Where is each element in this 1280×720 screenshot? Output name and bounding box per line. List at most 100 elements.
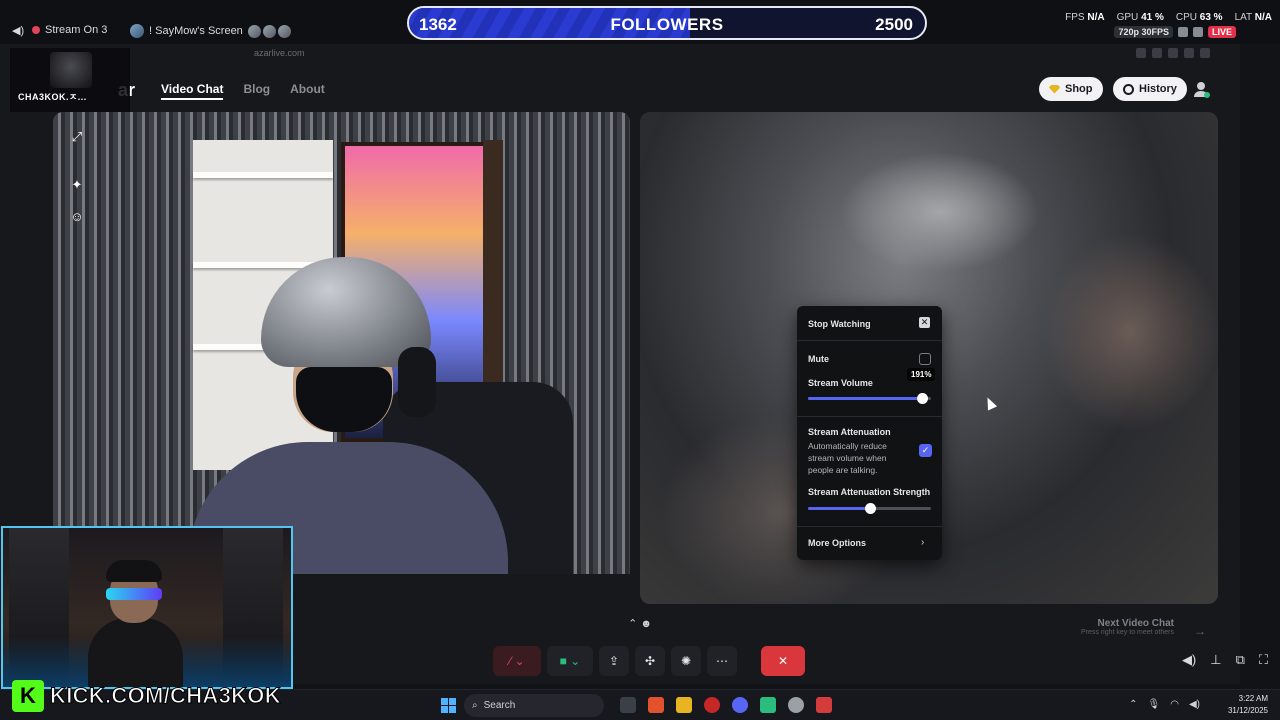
slider-handle[interactable] [864,503,876,514]
pin-icon[interactable]: ⊥ [1210,652,1221,668]
expand-icon[interactable]: ⤢ [68,128,86,146]
mic-muted-button[interactable]: ⁄ ⌄ [493,646,541,676]
slider-fill [808,507,870,510]
stream-volume-label: Stream Volume [808,378,873,388]
end-call-button[interactable]: ✕ [761,646,805,676]
streamer-avatar [50,52,92,88]
history-label: History [1139,83,1177,95]
volume-icon[interactable]: ◀) [1182,652,1196,668]
volume-tooltip: 191% [907,368,936,381]
slider-handle[interactable] [917,393,929,404]
screen-share-button[interactable]: ⇪ [599,646,629,676]
clock-icon [1123,83,1134,95]
heart-icon[interactable] [1177,27,1188,37]
clock[interactable]: 3:22 AM 31/12/2025 [1228,693,1268,717]
history-button[interactable]: History [1113,77,1187,101]
divider [797,526,942,527]
extension-icon[interactable] [1200,48,1210,58]
face-filter-icon[interactable]: ☺ [68,208,86,226]
attenuation-strength-label: Stream Attenuation Strength [808,487,931,497]
site-nav: Video Chat Blog About [161,82,325,100]
shop-button[interactable]: Shop [1039,77,1103,101]
gear-icon[interactable] [1192,27,1203,37]
attenuation-description: Automatically reduce stream volume when … [808,441,887,475]
gem-icon [1049,84,1060,94]
taskbar-search[interactable]: ⌕ Search [464,694,604,717]
chevron-up-icon[interactable]: ⌃ [1129,699,1137,710]
extension-icon[interactable] [1168,48,1178,58]
attenuation-checkbox[interactable]: ✓ [919,444,932,457]
call-controls: ⁄ ⌄ ■ ⌄ ⇪ ✣ ✺ ⋯ ✕ [493,645,805,677]
popout-icon[interactable]: ⧉ [1236,652,1245,668]
streamer-figure [88,558,183,687]
windows-start-icon[interactable] [441,698,456,713]
goal-label: FOLLOWERS [610,15,724,34]
camera-button[interactable]: ■ ⌄ [547,646,593,676]
microphone-icon[interactable]: 🎙 [1148,699,1161,710]
file-explorer-icon[interactable] [676,697,692,713]
person-mask [296,367,392,432]
next-chat-hint: Press right key to meet others [1081,629,1174,636]
url-bar[interactable]: azarlive.com [254,48,305,58]
kick-url: KICK.COM/CHA3KOK [50,683,282,709]
sparkle-icon[interactable]: ✦ [68,176,86,194]
record-dot-icon [32,26,40,34]
app-icon[interactable] [816,697,832,713]
streamer-webcam [1,526,293,689]
speaker-icon[interactable]: ◀) [1189,699,1200,710]
nav-blog[interactable]: Blog [243,82,270,100]
stream-tab[interactable]: Stream On 3 [32,24,107,36]
quality-badge: 720p 30FPS [1114,26,1173,38]
profile-icon[interactable] [1192,80,1210,98]
viewer-avatars [247,24,291,38]
fps-stat: FPS N/A [1065,12,1105,23]
more-options-button[interactable]: ⋯ [707,646,737,676]
chevron-right-icon[interactable]: › [921,537,924,548]
perf-stats: FPS N/A GPU 41 % CPU 63 % LAT N/A [1065,12,1272,23]
extension-icon[interactable] [1184,48,1194,58]
people-toggle-button[interactable]: ⌃ ☻ [619,613,661,635]
mute-label: Mute [808,354,829,364]
followers-goal-bar: 1362 FOLLOWERS 2500 [407,6,927,40]
mute-checkbox[interactable] [919,353,931,365]
shop-label: Shop [1065,83,1093,95]
steam-icon[interactable] [788,697,804,713]
soundboard-button[interactable]: ✺ [671,646,701,676]
streamer-glasses [106,588,162,600]
kick-logo: K [12,680,44,712]
stream-label: Stream On 3 [45,24,108,36]
nav-about[interactable]: About [290,82,325,100]
clock-time: 3:22 AM [1238,694,1268,703]
extension-icon[interactable] [1136,48,1146,58]
streamer-jacket [88,618,183,687]
discord-icon[interactable] [732,697,748,713]
browser-toolbar: azarlive.com [0,44,1240,64]
attenuation-strength-slider[interactable] [808,503,931,514]
stream-quality: 720p 30FPS LIVE [1114,26,1236,38]
screen-tab[interactable]: ! SayMow's Screen [130,24,291,38]
clock-date: 31/12/2025 [1227,706,1268,715]
user-avatar [130,24,144,38]
next-video-chat[interactable]: Next Video Chat Press right key to meet … [1060,618,1174,636]
play-icon[interactable] [760,697,776,713]
fullscreen-icon[interactable]: ⛶ [1259,652,1268,668]
extension-icon[interactable] [1152,48,1162,58]
more-options-item[interactable]: More Options [808,538,866,548]
stream-volume-slider[interactable] [808,393,931,404]
task-view-icon[interactable] [620,697,636,713]
nav-video-chat[interactable]: Video Chat [161,82,224,100]
goal-target: 2500 [875,15,913,34]
search-placeholder: Search [483,700,516,711]
stop-watching-icon[interactable]: ✕ [919,317,930,328]
arrow-right-icon[interactable]: → [1194,624,1206,638]
streamer-tag: CHA3KOK.ㅈ... [10,48,130,112]
wifi-icon[interactable]: ◠ [1170,699,1179,710]
local-video: ⤢ ✦ ☺ [53,112,630,574]
brave-browser-icon[interactable] [648,697,664,713]
speaker-icon[interactable]: ◀) [12,24,24,37]
stop-watching-label[interactable]: Stop Watching [808,319,871,329]
activities-button[interactable]: ✣ [635,646,665,676]
obs-icon[interactable] [704,697,720,713]
blur-area [840,152,1040,272]
video-side-controls: ◀) ⊥ ⧉ ⛶ [1182,652,1268,668]
